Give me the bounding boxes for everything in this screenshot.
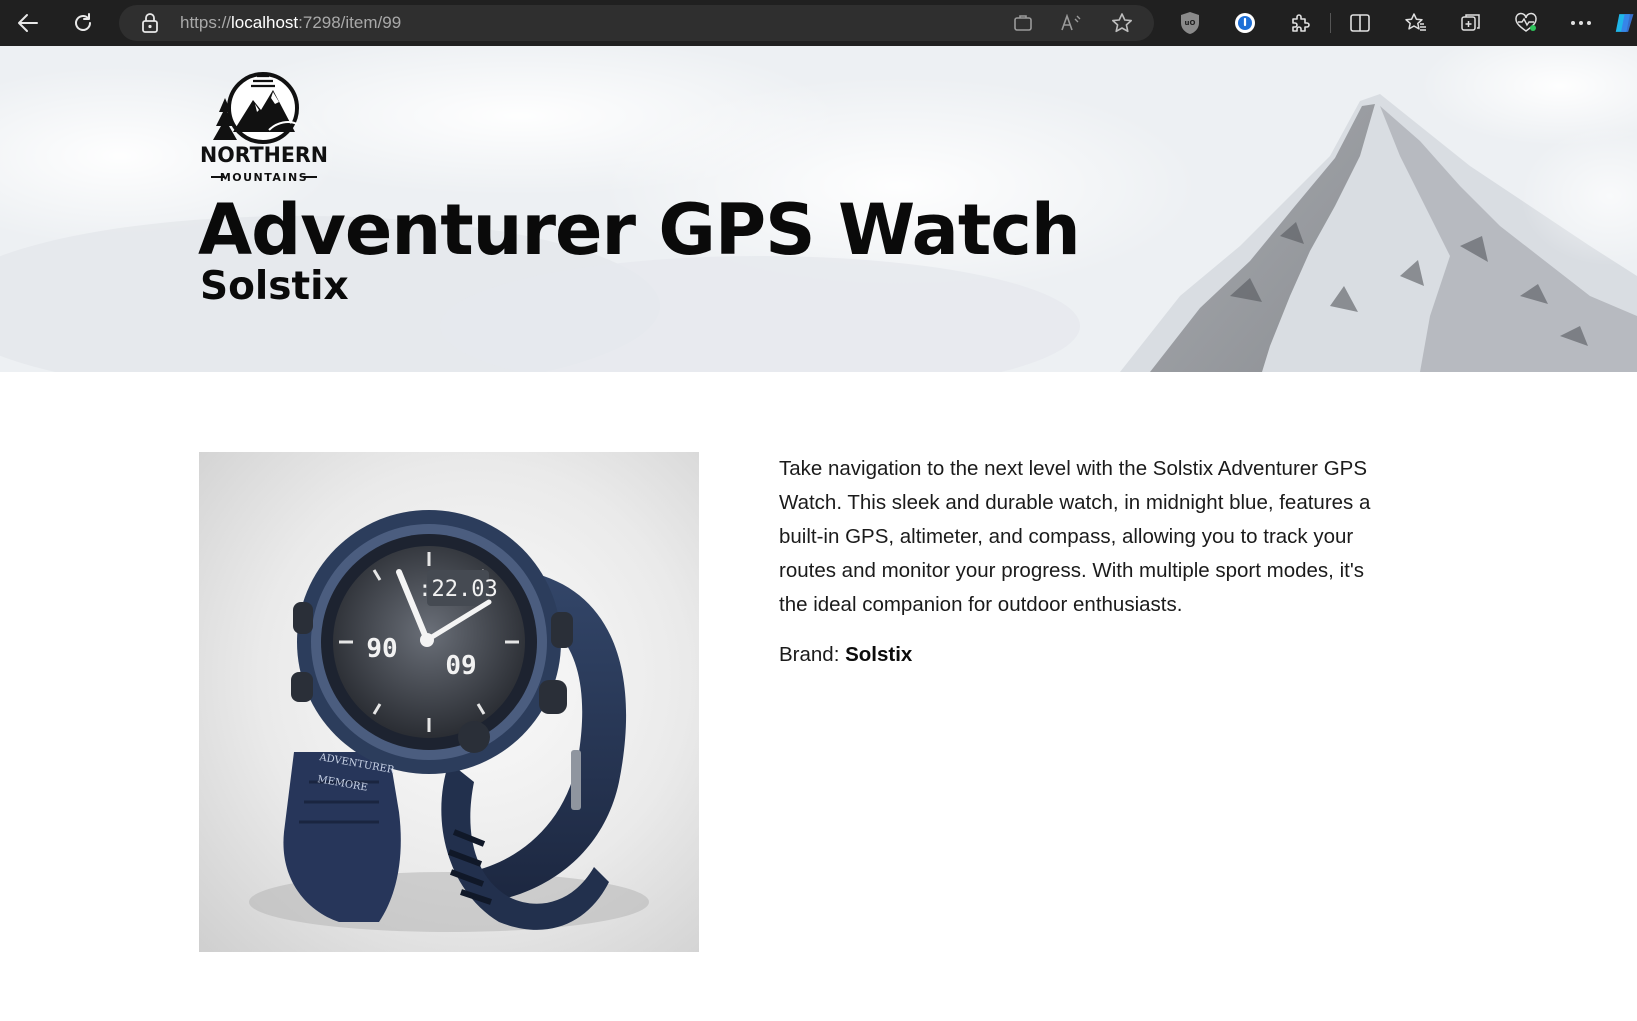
brand-line: Brand: Solstix bbox=[779, 643, 912, 667]
logo-northern-text: NORTHERN bbox=[200, 143, 328, 167]
read-aloud-icon[interactable] bbox=[1060, 12, 1082, 34]
watch-left-reading: 90 bbox=[366, 634, 397, 664]
northern-mountains-logo[interactable]: NORTHERN MOUNTAINS bbox=[197, 70, 331, 184]
app-available-icon[interactable] bbox=[1012, 12, 1034, 34]
back-icon bbox=[18, 14, 38, 32]
split-screen-icon[interactable] bbox=[1346, 9, 1374, 37]
svg-text:uO: uO bbox=[1185, 19, 1196, 27]
password-manager-icon[interactable] bbox=[1231, 9, 1259, 37]
collections-icon[interactable] bbox=[1457, 9, 1485, 37]
address-bar[interactable]: https://localhost:7298/item/99 bbox=[119, 5, 1154, 41]
product-description: Take navigation to the next level with t… bbox=[779, 457, 1371, 616]
browser-toolbar: https://localhost:7298/item/99 uO bbox=[0, 0, 1637, 46]
refresh-button[interactable] bbox=[67, 7, 99, 39]
back-button[interactable] bbox=[12, 7, 44, 39]
favorite-star-icon[interactable] bbox=[1111, 12, 1133, 34]
health-icon[interactable] bbox=[1512, 9, 1540, 37]
page-subtitle-brand: Solstix bbox=[200, 264, 349, 309]
watch-illustration: :22.03 90 09 ADVENTURER MEMORE bbox=[249, 510, 649, 932]
logo-mountains-text: MOUNTAINS bbox=[220, 171, 308, 182]
extensions-icon[interactable] bbox=[1286, 9, 1314, 37]
refresh-icon bbox=[75, 13, 91, 31]
url-scheme: https:// bbox=[180, 13, 232, 32]
ublock-icon[interactable]: uO bbox=[1176, 9, 1204, 37]
more-icon[interactable] bbox=[1567, 9, 1595, 37]
url-path: :7298/item/99 bbox=[298, 13, 402, 32]
hero-banner: NORTHERN MOUNTAINS Adventurer GPS Watch … bbox=[0, 46, 1637, 372]
watch-right-reading: 09 bbox=[445, 651, 476, 681]
brand-label: Brand: bbox=[779, 643, 840, 666]
url-text[interactable]: https://localhost:7298/item/99 bbox=[180, 5, 401, 41]
favorites-icon[interactable] bbox=[1402, 9, 1430, 37]
page-title: Adventurer GPS Watch bbox=[198, 189, 1081, 271]
toolbar-separator bbox=[1330, 13, 1331, 33]
url-host: localhost bbox=[231, 13, 299, 32]
watch-digital-time: :22.03 bbox=[418, 577, 497, 602]
product-image: :22.03 90 09 ADVENTURER MEMORE bbox=[199, 452, 699, 952]
copilot-icon[interactable] bbox=[1614, 9, 1637, 37]
lock-icon[interactable] bbox=[141, 13, 159, 37]
brand-value: Solstix bbox=[845, 643, 913, 666]
